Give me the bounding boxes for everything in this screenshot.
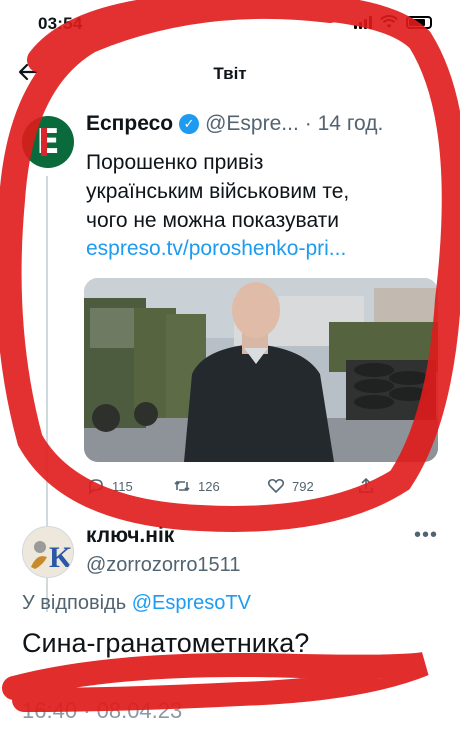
in-reply-to: У відповідь @EspresoTV [22, 592, 251, 615]
page-title: Твіт [213, 64, 247, 83]
reply-icon [89, 479, 103, 495]
reply-timestamp: 16:40 · 08.04.23 [22, 698, 183, 723]
status-time: 03:54 [38, 14, 83, 33]
more-options-icon[interactable]: ••• [414, 524, 438, 547]
share-icon [359, 477, 373, 493]
reply-count: 115 [112, 478, 133, 494]
battery-icon [406, 15, 432, 29]
like-action[interactable]: 792 [266, 476, 314, 496]
reply-author-handle[interactable]: @zorrozorro1511 [86, 554, 240, 577]
reply-text: Сина-гранатометника? [22, 628, 310, 658]
reply-action[interactable]: 115 [86, 476, 133, 496]
tweet-text-line: чого не можна показувати [86, 209, 340, 232]
tweet-link[interactable]: espreso.tv/poroshenko-pri... [86, 237, 346, 261]
tweet-text-line: українським військовим те, [86, 180, 350, 203]
heart-icon [267, 478, 285, 494]
photo-military-trucks [84, 278, 438, 462]
retweet-action[interactable]: 126 [172, 476, 220, 496]
espreso-logo: E [36, 122, 60, 162]
author-handle[interactable]: @Espre... [205, 112, 299, 136]
status-bar: 03:54 [0, 0, 460, 48]
tweet-text: Порошенко привіз українським військовим … [86, 148, 436, 235]
tweet-actions: 115 126 792 [84, 476, 424, 502]
author-name[interactable]: Еспресо [86, 112, 173, 136]
in-reply-handle[interactable]: @EspresoTV [132, 592, 251, 614]
avatar-user[interactable]: K [22, 526, 74, 578]
retweet-icon [174, 480, 190, 492]
avatar-espreso[interactable]: E [22, 116, 74, 168]
svg-text:K: K [49, 541, 73, 574]
cellular-signal-icon [354, 15, 372, 29]
tweet-photo[interactable] [84, 278, 438, 462]
top-navigation: Твіт [0, 48, 460, 100]
share-action[interactable] [356, 476, 376, 496]
retweet-count: 126 [198, 478, 220, 494]
in-reply-prefix: У відповідь [22, 592, 127, 614]
wifi-icon [380, 15, 398, 28]
like-count: 792 [292, 478, 314, 494]
tweet-header: Еспресо ✓ @Espre... · 14 год. [86, 112, 383, 136]
reply-author-name[interactable]: ключ.нік [86, 524, 174, 548]
tweet-age: · 14 год. [304, 112, 384, 135]
tweet-text-line: Порошенко привіз [86, 151, 264, 174]
status-icons [354, 15, 432, 29]
avatar-image: K [23, 527, 73, 577]
verified-badge-icon: ✓ [179, 114, 200, 134]
